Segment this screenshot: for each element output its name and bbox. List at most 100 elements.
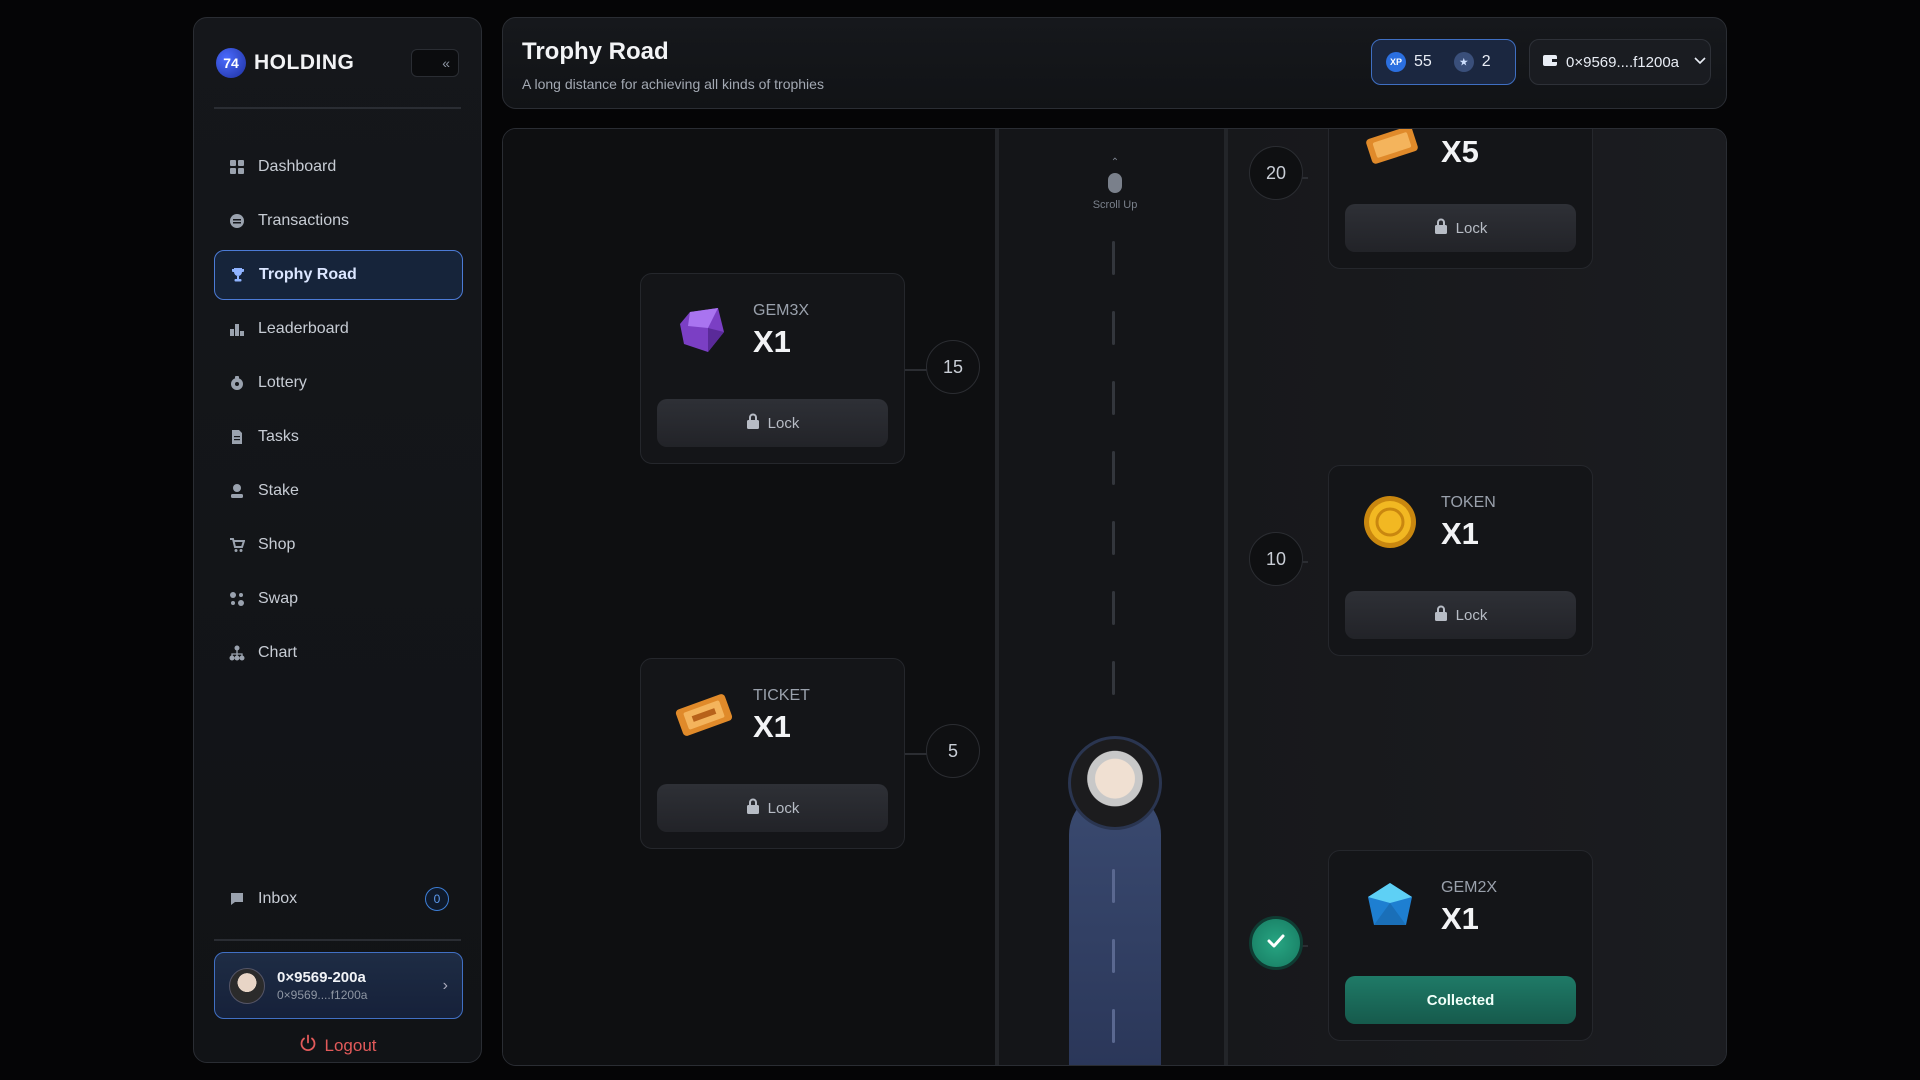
page-header: Trophy Road A long distance for achievin…: [502, 17, 1727, 109]
sidebar-item-dashboard[interactable]: Dashboard: [214, 142, 463, 192]
check-icon: [1265, 930, 1287, 957]
scroll-up-hint[interactable]: ⌃ Scroll Up: [1073, 157, 1157, 212]
sidebar-item-label: Transactions: [258, 212, 349, 229]
user-address: 0×9569....f1200a: [277, 988, 368, 1002]
level-marker: 5: [926, 724, 980, 778]
logo[interactable]: 74 HOLDING: [216, 48, 354, 78]
scroll-hint-label: Scroll Up: [1092, 199, 1138, 211]
star-icon: ★: [1453, 52, 1474, 72]
sidebar-item-trophy-road[interactable]: Trophy Road: [214, 250, 463, 300]
reward-name: TOKEN: [1441, 494, 1496, 511]
podium-icon: [228, 320, 246, 338]
chevron-down-icon: [1693, 53, 1707, 71]
trophy-icon: [229, 266, 247, 284]
mouse-icon: [1108, 173, 1122, 193]
collected-button[interactable]: Collected: [1345, 976, 1576, 1024]
sidebar-item-inbox[interactable]: Inbox 0: [214, 874, 463, 924]
sidebar-item-label: Tasks: [258, 428, 299, 445]
sidebar-item-label: Stake: [258, 482, 299, 499]
player-avatar: [1068, 736, 1162, 830]
road-dash: [1112, 381, 1115, 415]
divider: [214, 107, 461, 109]
reward-card[interactable]: GEM3X X1 Lock: [640, 273, 905, 464]
sidebar-item-label: Lottery: [258, 374, 307, 391]
road-dash: [1112, 241, 1115, 275]
reward-name: TICKET: [753, 687, 810, 704]
level-complete-marker: [1249, 916, 1303, 970]
chevron-up-icon: ⌃: [1110, 157, 1120, 168]
hierarchy-icon: [228, 644, 246, 662]
sidebar-item-stake[interactable]: Stake: [214, 466, 463, 516]
lock-label: Lock: [1455, 219, 1488, 237]
trophy-road-panel[interactable]: ⌃ Scroll Up 20 X5 Lock GEM3X X1 Lock 15 …: [502, 128, 1727, 1066]
xp-value: 55: [1414, 53, 1432, 70]
lock-icon: [1434, 605, 1448, 625]
road-dash: [1112, 451, 1115, 485]
stats-badge[interactable]: XP 55 ★ 2: [1371, 39, 1516, 85]
sidebar-item-transactions[interactable]: Transactions: [214, 196, 463, 246]
lock-label: Lock: [1455, 606, 1488, 624]
sidebar-item-tasks[interactable]: Tasks: [214, 412, 463, 462]
logout-button[interactable]: Logout: [194, 1034, 481, 1057]
sidebar-item-label: Dashboard: [258, 158, 337, 175]
inbox-count-badge: 0: [425, 887, 449, 911]
wallet-dropdown[interactable]: 0×9569....f1200a: [1529, 39, 1711, 85]
reward-quantity: X1: [753, 709, 791, 744]
lock-label: Lock: [767, 414, 800, 432]
lock-icon: [746, 413, 760, 433]
lock-button[interactable]: Lock: [1345, 204, 1576, 252]
page-subtitle: A long distance for achieving all kinds …: [522, 76, 824, 92]
document-icon: [228, 428, 246, 446]
reward-card[interactable]: GEM2X X1 Collected: [1328, 850, 1593, 1041]
grid-icon: [228, 158, 246, 176]
road-dash: [1112, 661, 1115, 695]
sidebar-item-swap[interactable]: Swap: [214, 574, 463, 624]
stake-icon: [228, 482, 246, 500]
reward-quantity: X1: [753, 324, 791, 359]
road-dash: [1112, 869, 1115, 903]
lottery-icon: [228, 374, 246, 392]
sidebar-item-chart[interactable]: Chart: [214, 628, 463, 678]
swap-icon: [228, 590, 246, 608]
lock-button[interactable]: Lock: [1345, 591, 1576, 639]
blue-gem-icon: [1362, 879, 1418, 935]
reward-quantity: X5: [1441, 134, 1479, 169]
page-title: Trophy Road: [522, 38, 669, 65]
level-marker: 10: [1249, 532, 1303, 586]
purple-gem-icon: [674, 302, 730, 358]
cart-icon: [228, 536, 246, 554]
reward-card[interactable]: X5 Lock: [1328, 129, 1593, 269]
road-dash: [1112, 521, 1115, 555]
inbox-label: Inbox: [258, 890, 298, 907]
sidebar-item-leaderboard[interactable]: Leaderboard: [214, 304, 463, 354]
lock-icon: [746, 798, 760, 818]
sidebar-nav: Dashboard Transactions Trophy Road Leade…: [214, 142, 463, 682]
coin-icon: [1362, 494, 1418, 550]
level-marker: 15: [926, 340, 980, 394]
road-dash: [1112, 939, 1115, 973]
lock-icon: [1434, 218, 1448, 238]
left-lane: [503, 129, 995, 1065]
chevron-right-icon: ›: [442, 976, 448, 994]
sidebar-item-lottery[interactable]: Lottery: [214, 358, 463, 408]
sidebar-item-shop[interactable]: Shop: [214, 520, 463, 570]
reward-quantity: X1: [1441, 901, 1479, 936]
logo-text: HOLDING: [254, 51, 355, 74]
xp-icon: XP: [1386, 52, 1406, 72]
reward-card[interactable]: TOKEN X1 Lock: [1328, 465, 1593, 656]
chevrons-left-icon: «: [442, 55, 450, 71]
lock-label: Lock: [767, 799, 800, 817]
collapse-sidebar-button[interactable]: «: [411, 49, 459, 77]
logo-icon: 74: [216, 48, 246, 78]
lock-button[interactable]: Lock: [657, 784, 888, 832]
reward-card[interactable]: TICKET X1 Lock: [640, 658, 905, 849]
road-dash: [1112, 591, 1115, 625]
progress-track: [1069, 789, 1161, 1065]
sidebar-item-label: Trophy Road: [259, 266, 357, 283]
lock-button[interactable]: Lock: [657, 399, 888, 447]
sidebar-item-label: Swap: [258, 590, 299, 607]
message-icon: [228, 891, 246, 907]
divider: [214, 939, 461, 941]
ticket-icon: [674, 687, 733, 743]
user-profile-card[interactable]: 0×9569-200a 0×9569....f1200a ›: [214, 952, 463, 1019]
